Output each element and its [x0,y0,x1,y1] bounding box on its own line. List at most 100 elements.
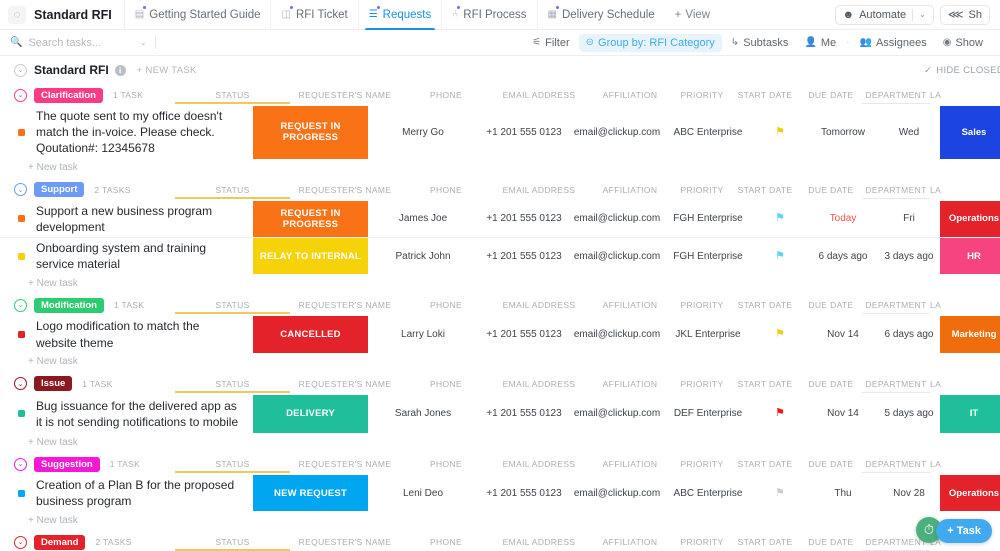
chevron-down-icon[interactable]: ⌄ [140,38,147,47]
department-cell[interactable]: Operations [940,475,1000,511]
task-name-cell[interactable]: Onboarding system and training service m… [0,238,253,274]
phone-cell[interactable]: +1 201 555 0123 [478,238,570,274]
column-header[interactable]: STATUS [175,455,290,473]
column-header[interactable]: DUE DATE [800,90,862,100]
column-header[interactable]: EMAIL ADDRESS [492,185,586,195]
column-header[interactable]: STATUS [175,296,290,314]
task-status-dot-icon[interactable] [18,129,25,136]
add-task-fab[interactable]: + Task [936,519,992,543]
affiliation-cell[interactable]: JKL Enterprise [664,316,752,352]
table-row[interactable]: Creation of a Plan B for the proposed bu… [0,475,1000,511]
task-name-cell[interactable]: Creation of a Plan B for the proposed bu… [0,475,253,511]
column-header[interactable]: PRIORITY [674,537,730,547]
requester-name-cell[interactable]: Larry Loki [368,316,478,352]
column-header[interactable]: PHONE [400,459,492,469]
email-cell[interactable]: email@clickup.com [570,395,664,433]
email-cell[interactable]: email@clickup.com [570,316,664,352]
column-header[interactable]: STATUS [175,375,290,393]
show-button[interactable]: ◉ Show [936,34,990,52]
new-task-row-button[interactable]: + New task [0,274,1000,292]
group-collapse-icon[interactable]: ⌄ [14,458,27,471]
status-badge[interactable]: NEW REQUEST [253,475,368,511]
column-header[interactable]: AFFILIATION [586,185,674,195]
column-header[interactable]: START DATE [730,90,800,100]
group-by-button[interactable]: ⊖ Group by: RFI Category [579,34,722,52]
status-badge[interactable]: DELIVERY [253,395,368,433]
requester-name-cell[interactable]: Sarah Jones [368,395,478,433]
table-row[interactable]: The quote sent to my office doesn't matc… [0,106,1000,159]
phone-cell[interactable]: +1 201 555 0123 [478,475,570,511]
column-header[interactable]: AFFILIATION [586,300,674,310]
column-header[interactable]: AFFILIATION [586,537,674,547]
start-date-cell[interactable]: Nov 14 [808,395,878,433]
filter-button[interactable]: ⚟ Filter [525,34,576,52]
column-header[interactable]: AFFILIATION [586,90,674,100]
column-header[interactable]: EMAIL ADDRESS [492,459,586,469]
column-header[interactable]: PHONE [400,185,492,195]
group-collapse-icon[interactable]: ⌄ [14,89,27,102]
group-collapse-icon[interactable]: ⌄ [14,536,27,549]
affiliation-cell[interactable]: FGH Enterprise [664,238,752,274]
new-task-row-button[interactable]: + New task [0,353,1000,371]
affiliation-cell[interactable]: FGH Enterprise [664,201,752,237]
column-header[interactable]: LA [930,379,1000,389]
affiliation-cell[interactable]: ABC Enterprise [664,106,752,159]
column-header[interactable]: START DATE [730,379,800,389]
new-task-button[interactable]: + NEW TASK [137,65,197,76]
start-date-cell[interactable]: 6 days ago [808,238,878,274]
tab-delivery-schedule[interactable]: ▦ Delivery Schedule [537,0,665,29]
column-header[interactable]: REQUESTER'S NAME [290,459,400,469]
column-header[interactable]: EMAIL ADDRESS [492,379,586,389]
column-header[interactable]: PRIORITY [674,90,730,100]
column-header[interactable]: DUE DATE [800,537,862,547]
task-status-dot-icon[interactable] [18,410,25,417]
start-date-cell[interactable]: Nov 14 [808,316,878,352]
column-header[interactable]: DEPARTMENT [862,296,930,314]
column-header[interactable]: PHONE [400,90,492,100]
due-date-cell[interactable]: 3 days ago [878,238,940,274]
requester-name-cell[interactable]: Leni Deo [368,475,478,511]
table-row[interactable]: Support a new business program developme… [0,201,1000,238]
column-header[interactable]: EMAIL ADDRESS [492,300,586,310]
column-header[interactable]: DUE DATE [800,300,862,310]
requester-name-cell[interactable]: Merry Go [368,106,478,159]
phone-cell[interactable]: +1 201 555 0123 [478,395,570,433]
start-date-cell[interactable]: Thu [808,475,878,511]
info-icon[interactable]: i [115,65,126,76]
column-header[interactable]: DUE DATE [800,459,862,469]
column-header[interactable]: STATUS [175,533,290,551]
priority-cell[interactable]: ⚑ [752,475,808,511]
table-row[interactable]: Onboarding system and training service m… [0,238,1000,274]
column-header[interactable]: PRIORITY [674,379,730,389]
due-date-cell[interactable]: Fri [878,201,940,237]
column-header[interactable]: START DATE [730,300,800,310]
group-collapse-icon[interactable]: ⌄ [14,299,27,312]
tab-rfi-process[interactable]: ⑃ RFI Process [441,0,536,29]
tab-rfi-ticket[interactable]: ◫ RFI Ticket [270,0,357,29]
email-cell[interactable]: email@clickup.com [570,201,664,237]
table-row[interactable]: Bug issuance for the delivered app as it… [0,395,1000,433]
column-header[interactable]: PHONE [400,379,492,389]
group-badge[interactable]: Support [34,182,84,197]
column-header[interactable]: LA [930,90,1000,100]
status-badge[interactable]: REQUEST IN PROGRESS [253,201,368,237]
department-cell[interactable]: HR [940,238,1000,274]
column-header[interactable]: DEPARTMENT [862,455,930,473]
column-header[interactable]: DUE DATE [800,379,862,389]
group-badge[interactable]: Clarification [34,88,103,103]
affiliation-cell[interactable]: DEF Enterprise [664,395,752,433]
column-header[interactable]: START DATE [730,537,800,547]
search-input[interactable] [28,37,128,49]
phone-cell[interactable]: +1 201 555 0123 [478,201,570,237]
task-status-dot-icon[interactable] [18,253,25,260]
column-header[interactable]: LA [930,300,1000,310]
requester-name-cell[interactable]: Patrick John [368,238,478,274]
column-header[interactable]: LA [930,459,1000,469]
column-header[interactable]: REQUESTER'S NAME [290,379,400,389]
table-row[interactable]: Logo modification to match the website t… [0,316,1000,352]
status-badge[interactable]: REQUEST IN PROGRESS [253,106,368,159]
new-task-row-button[interactable]: + New task [0,511,1000,529]
column-header[interactable]: EMAIL ADDRESS [492,537,586,547]
start-date-cell[interactable]: Today [808,201,878,237]
column-header[interactable]: REQUESTER'S NAME [290,90,400,100]
